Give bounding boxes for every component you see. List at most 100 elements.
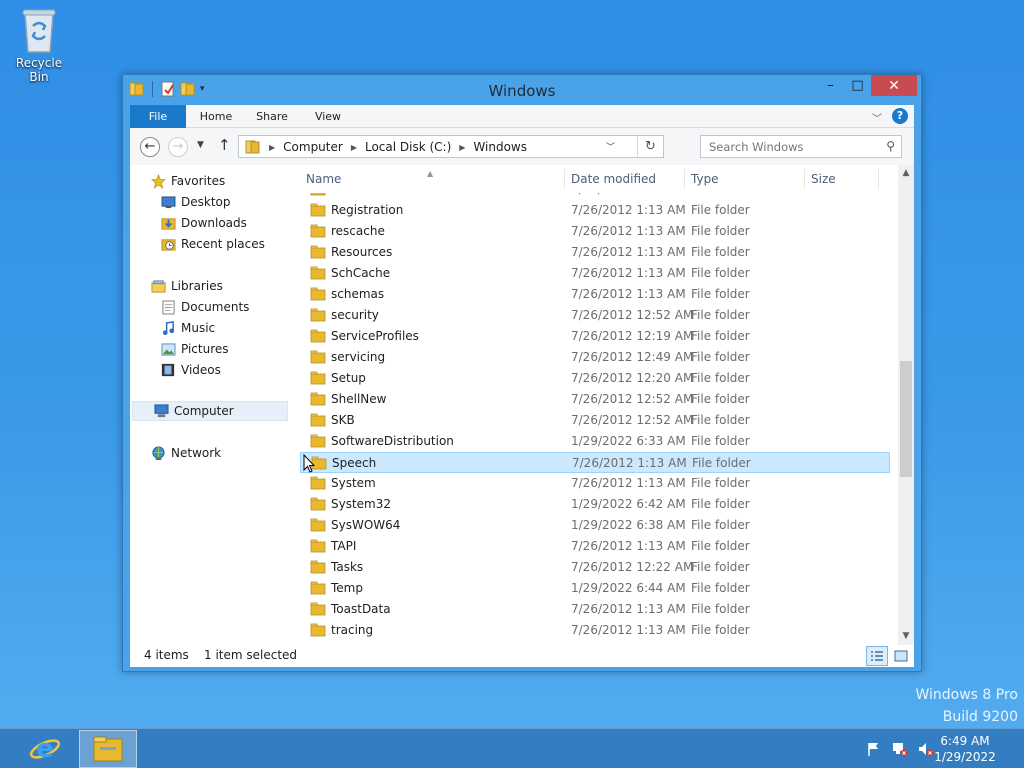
file-date-modified: 7/26/2012 12:52 AM [571, 392, 694, 406]
maximize-button[interactable]: □ [844, 75, 871, 96]
folder-icon-wrap [310, 434, 326, 451]
close-button[interactable]: ✕ [871, 75, 917, 96]
table-row[interactable]: rescache 7/26/2012 1:13 AM File folder [300, 221, 890, 242]
tab-home[interactable]: Home [190, 105, 242, 128]
nav-videos[interactable]: Videos [130, 360, 290, 380]
forward-button[interactable]: → [168, 137, 188, 157]
scroll-down-arrow-icon[interactable]: ▼ [898, 628, 914, 645]
table-row[interactable]: security 7/26/2012 12:52 AM File folder [300, 305, 890, 326]
help-button[interactable]: ? [892, 108, 908, 124]
nav-recent-places[interactable]: Recent places [130, 234, 290, 254]
table-row[interactable]: TAPI 7/26/2012 1:13 AM File folder [300, 536, 890, 557]
breadcrumb-separator-icon[interactable]: ▶ [459, 143, 465, 152]
tab-view[interactable]: View [302, 105, 354, 128]
tab-share[interactable]: Share [246, 105, 298, 128]
scrollbar-thumb[interactable] [900, 361, 912, 477]
table-row[interactable]: System 7/26/2012 1:13 AM File folder [300, 473, 890, 494]
table-row[interactable]: Prefetch 1/29/2022 6:44 AM File folder [300, 193, 890, 200]
item-count: 4 items [144, 648, 189, 662]
mouse-cursor-icon [303, 454, 315, 473]
folder-icon [310, 413, 326, 427]
refresh-button[interactable]: ↻ [637, 136, 663, 157]
table-row[interactable]: Speech 7/26/2012 1:13 AM File folder [300, 452, 890, 473]
tab-file[interactable]: File [130, 105, 186, 128]
table-row[interactable]: Resources 7/26/2012 1:13 AM File folder [300, 242, 890, 263]
table-row[interactable]: ServiceProfiles 7/26/2012 12:19 AM File fo… [300, 326, 890, 347]
file-type: File folder [691, 392, 750, 406]
breadcrumb-windows[interactable]: Windows [473, 140, 527, 154]
file-date-modified: 7/26/2012 12:49 AM [571, 350, 694, 364]
table-row[interactable]: Setup 7/26/2012 12:20 AM File folder [300, 368, 890, 389]
table-row[interactable]: Temp 1/29/2022 6:44 AM File folder [300, 578, 890, 599]
table-row[interactable]: SysWOW64 1/29/2022 6:38 AM File folder [300, 515, 890, 536]
nav-music[interactable]: Music [130, 318, 290, 338]
nav-documents[interactable]: Documents [130, 297, 290, 317]
recent-places-icon [160, 236, 176, 252]
table-row[interactable]: Tasks 7/26/2012 12:22 AM File folder [300, 557, 890, 578]
breadcrumb-local-disk[interactable]: Local Disk (C:) [365, 140, 451, 154]
table-row[interactable]: schemas 7/26/2012 1:13 AM File folder [300, 284, 890, 305]
file-explorer-taskbar-button[interactable] [79, 730, 137, 768]
address-bar[interactable]: ▶ Computer ▶ Local Disk (C:) ▶ Windows ﹀… [238, 135, 664, 158]
internet-explorer-taskbar-button[interactable]: e [16, 730, 74, 768]
title-bar[interactable]: ▾ Windows – □ ✕ [123, 75, 921, 105]
column-header-size[interactable]: Size [805, 165, 877, 193]
file-date-modified: 7/26/2012 1:13 AM [572, 456, 687, 470]
file-date-modified: 7/26/2012 1:13 AM [571, 224, 686, 238]
recent-locations-chevron-icon[interactable]: ▼ [197, 140, 204, 150]
table-row[interactable]: tracing 7/26/2012 1:13 AM File folder [300, 620, 890, 641]
search-icon[interactable]: ⚲ [886, 139, 895, 153]
network-icon [150, 445, 166, 461]
taskbar-clock[interactable]: 6:49 AM 1/29/2022 [930, 733, 1000, 765]
vertical-scrollbar[interactable]: ▲ ▼ [898, 165, 914, 645]
column-separator[interactable] [878, 169, 879, 189]
nav-desktop[interactable]: Desktop [130, 192, 290, 212]
breadcrumb-computer[interactable]: Computer [283, 140, 343, 154]
expand-ribbon-chevron-icon[interactable]: ﹀ [872, 110, 882, 125]
column-header-type[interactable]: Type [685, 165, 803, 193]
breadcrumb-separator-icon[interactable]: ▶ [351, 143, 357, 152]
back-button[interactable]: ← [140, 137, 160, 157]
nav-libraries[interactable]: Libraries [130, 276, 290, 296]
recycle-bin-desktop-icon[interactable]: Recycle Bin [6, 6, 72, 84]
file-name: System32 [331, 497, 392, 511]
details-view-button[interactable] [866, 646, 888, 666]
large-icons-view-button[interactable] [890, 646, 912, 666]
file-type: File folder [691, 203, 750, 217]
file-type: File folder [691, 308, 750, 322]
search-input[interactable] [701, 136, 871, 157]
column-header-date[interactable]: Date modified [565, 165, 683, 193]
minimize-button[interactable]: – [817, 75, 844, 96]
search-box[interactable]: ⚲ [700, 135, 902, 158]
address-history-chevron-icon[interactable]: ﹀ [606, 140, 615, 153]
folder-icon [310, 245, 326, 259]
table-row[interactable]: Registration 7/26/2012 1:13 AM File folder [300, 200, 890, 221]
action-center-flag-icon[interactable] [866, 741, 882, 757]
network-status-icon[interactable] [892, 741, 908, 757]
libraries-icon [150, 278, 166, 294]
table-row[interactable]: servicing 7/26/2012 12:49 AM File folder [300, 347, 890, 368]
nav-computer[interactable]: Computer [132, 401, 288, 421]
table-row[interactable]: SchCache 7/26/2012 1:13 AM File folder [300, 263, 890, 284]
file-name: ShellNew [331, 392, 387, 406]
nav-pictures[interactable]: Pictures [130, 339, 290, 359]
file-name: tracing [331, 623, 374, 637]
table-row[interactable]: ToastData 7/26/2012 1:13 AM File folder [300, 599, 890, 620]
folder-icon-wrap [310, 350, 326, 367]
nav-favorites[interactable]: Favorites [130, 171, 290, 191]
breadcrumb-separator-icon[interactable]: ▶ [269, 143, 275, 152]
file-date-modified: 7/26/2012 1:13 AM [571, 476, 686, 490]
table-row[interactable]: SoftwareDistribution 1/29/2022 6:33 AM Fil… [300, 431, 890, 452]
scroll-up-arrow-icon[interactable]: ▲ [898, 165, 914, 182]
folder-icon [310, 224, 326, 238]
clock-date: 1/29/2022 [934, 750, 996, 764]
folder-icon-wrap [310, 203, 326, 220]
table-row[interactable]: System32 1/29/2022 6:42 AM File folder [300, 494, 890, 515]
file-name: SchCache [331, 266, 391, 280]
nav-downloads[interactable]: Downloads [130, 213, 290, 233]
table-row[interactable]: SKB 7/26/2012 12:52 AM File folder [300, 410, 890, 431]
up-one-level-icon[interactable]: ↑ [218, 136, 231, 154]
nav-network[interactable]: Network [130, 443, 290, 463]
folder-icon [310, 434, 326, 448]
table-row[interactable]: ShellNew 7/26/2012 12:52 AM File folder [300, 389, 890, 410]
